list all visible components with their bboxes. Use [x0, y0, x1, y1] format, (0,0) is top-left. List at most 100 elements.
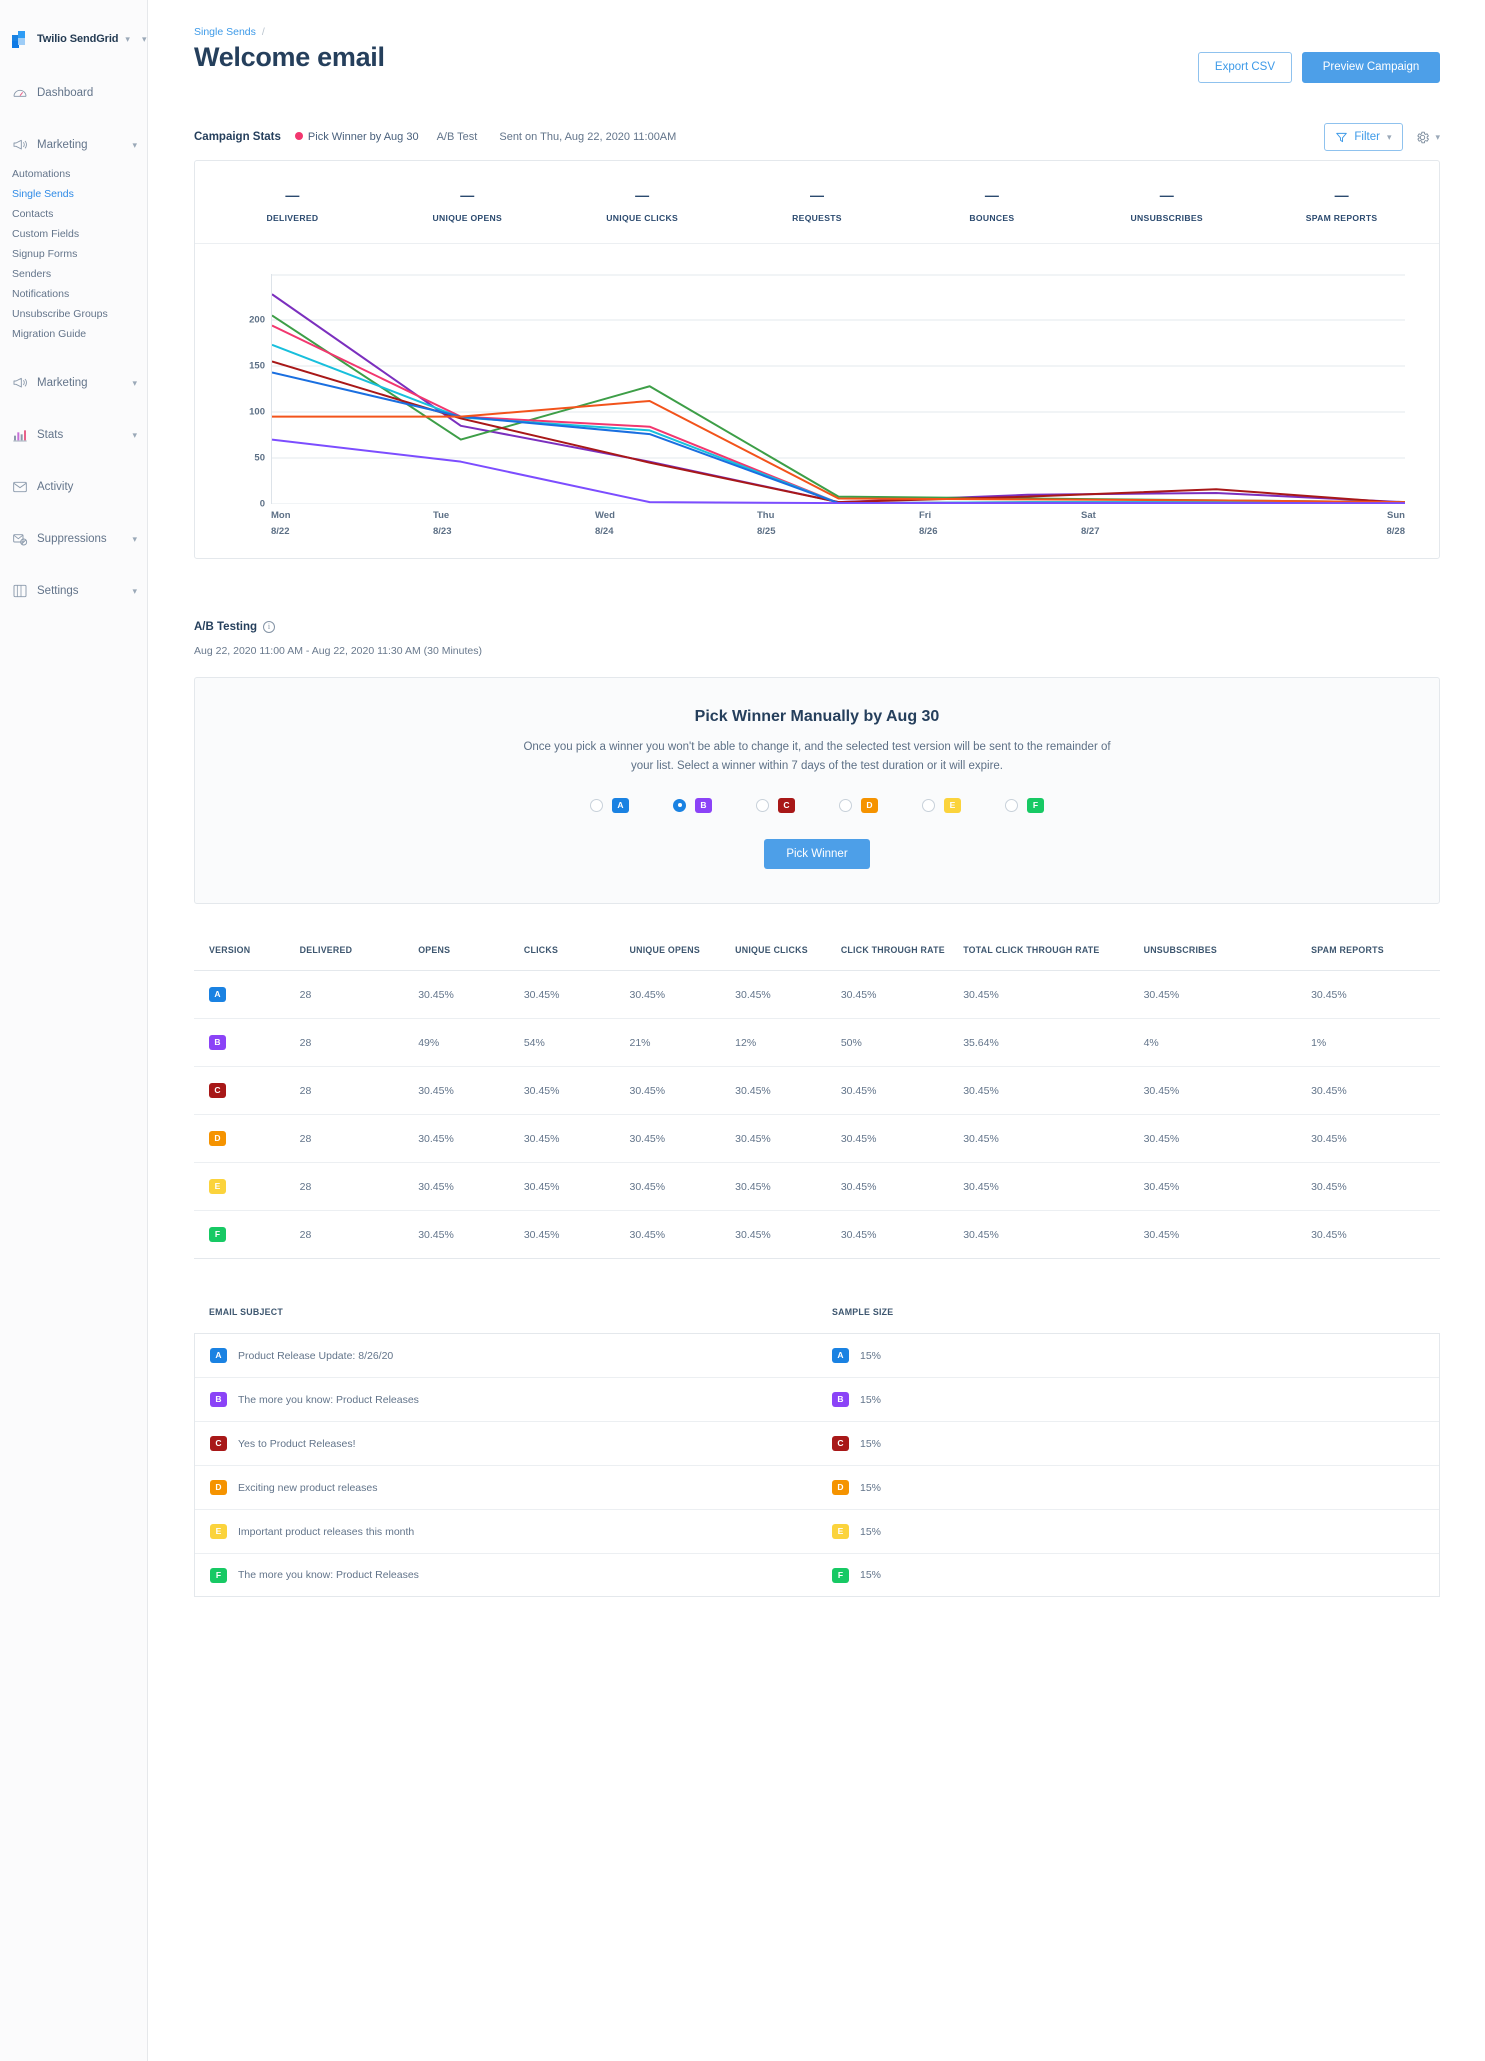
row-text: 15% — [860, 1569, 882, 1582]
metric-spam-reports: — SPAM REPORTS — [1254, 187, 1429, 223]
radio-button[interactable] — [590, 798, 603, 812]
metric-unsubscribes: — UNSUBSCRIBES — [1079, 187, 1254, 223]
sample-size-row[interactable]: C 15% — [817, 1421, 1439, 1465]
sample-size-row[interactable]: F 15% — [817, 1553, 1439, 1598]
chevron-down-icon[interactable]: ▾ — [132, 534, 137, 544]
sidebar-item-activity[interactable]: Activity — [0, 472, 147, 502]
table-row[interactable]: F 28 30.45% 30.45% 30.45% 30.45% 30.45% 30.45% 3… — [194, 1210, 1440, 1260]
table-row[interactable]: A 28 30.45% 30.45% 30.45% 30.45% 30.45% 30.45% 3… — [194, 970, 1440, 1019]
sidebar-item-single-sends[interactable]: Single Sends — [12, 184, 147, 204]
sample-size-row[interactable]: D 15% — [817, 1465, 1439, 1509]
version-option-e[interactable]: E — [922, 797, 961, 813]
radio-button[interactable] — [922, 798, 935, 812]
breadcrumb-link-single-sends[interactable]: Single Sends — [194, 26, 256, 38]
email-subject-row[interactable]: A Product Release Update: 8/26/20 — [195, 1333, 817, 1377]
sidebar-nav: Dashboard Marketing ▾ Automations Single Sen… — [0, 78, 147, 606]
bar-chart-icon — [12, 427, 28, 443]
brand-switcher[interactable]: Twilio SendGrid ▾ ▾ — [0, 22, 147, 56]
sidebar-item-notifications[interactable]: Notifications — [12, 284, 147, 304]
export-csv-button[interactable]: Export CSV — [1197, 52, 1292, 83]
table-cell: 30.45% — [840, 1066, 964, 1115]
table-row[interactable]: E 28 30.45% 30.45% 30.45% 30.45% 30.45% 30.45% 3… — [194, 1162, 1440, 1211]
version-badge: F — [209, 1227, 226, 1243]
row-text: 15% — [860, 1481, 882, 1494]
radio-button[interactable] — [756, 798, 769, 812]
sidebar-item-suppressions[interactable]: Suppressions ▾ — [0, 524, 147, 554]
version-badge: D — [861, 797, 878, 813]
version-option-c[interactable]: C — [756, 797, 795, 813]
chevron-down-icon[interactable]: ▾ — [125, 34, 130, 44]
info-icon[interactable]: i — [263, 621, 276, 633]
title-row: Welcome email Export CSV Preview Campaig… — [194, 42, 1440, 83]
table-cell: 30.45% — [840, 1210, 964, 1260]
chevron-down-icon[interactable]: ▾ — [132, 586, 137, 596]
sliders-icon — [12, 583, 28, 599]
chart-line-purple-dark — [272, 294, 1405, 502]
pick-winner-button[interactable]: Pick Winner — [764, 838, 870, 869]
radio-button[interactable] — [839, 798, 852, 812]
table-cell: 54% — [523, 1018, 630, 1067]
sidebar-item-stats[interactable]: Stats ▾ — [0, 420, 147, 450]
email-subject-row[interactable]: B The more you know: Product Releases — [195, 1377, 817, 1421]
sidebar-item-migration-guide[interactable]: Migration Guide — [12, 324, 147, 344]
chevron-down-icon[interactable]: ▾ — [132, 430, 137, 440]
sidebar-item-senders[interactable]: Senders — [12, 264, 147, 284]
sidebar-item-settings[interactable]: Settings ▾ — [0, 576, 147, 606]
version-option-a[interactable]: A — [590, 797, 629, 813]
version-badge: E — [944, 797, 961, 813]
sidebar: Twilio SendGrid ▾ ▾ Dashboard Marketing ▾ A… — [0, 0, 148, 2061]
metric-unique-clicks: — UNIQUE CLICKS — [555, 187, 730, 223]
sidebar-item-custom-fields[interactable]: Custom Fields — [12, 224, 147, 244]
version-option-b[interactable]: B — [673, 797, 712, 813]
sidebar-collapse-chevron-icon[interactable]: ▾ — [142, 34, 147, 44]
table-cell: 30.45% — [1143, 1066, 1312, 1115]
table-row[interactable]: C 28 30.45% 30.45% 30.45% 30.45% 30.45% 30.45% 3… — [194, 1066, 1440, 1115]
sidebar-item-unsubscribe-groups[interactable]: Unsubscribe Groups — [12, 304, 147, 324]
row-text: Product Release Update: 8/26/20 — [238, 1349, 394, 1362]
filter-button[interactable]: Filter ▾ — [1324, 123, 1404, 151]
radio-button[interactable] — [1005, 798, 1018, 812]
sample-size-row[interactable]: B 15% — [817, 1377, 1439, 1421]
table-row[interactable]: D 28 30.45% 30.45% 30.45% 30.45% 30.45% 30.45% 3… — [194, 1114, 1440, 1163]
megaphone-icon — [12, 375, 28, 391]
email-subject-row[interactable]: F The more you know: Product Releases — [195, 1553, 817, 1598]
version-badge: B — [210, 1392, 227, 1408]
table-cell: 30.45% — [523, 1066, 630, 1115]
version-option-f[interactable]: F — [1005, 797, 1044, 813]
pick-winner-description: Once you pick a winner you won't be able… — [523, 741, 1111, 772]
sidebar-item-marketing[interactable]: Marketing ▾ — [0, 368, 147, 398]
radio-button[interactable] — [673, 798, 686, 812]
sidebar-item-dashboard[interactable]: Dashboard — [0, 78, 147, 108]
chart-container: 0 50 100 150 200 Mon 8/22 Tue 8/23 Wed 8/24 Thu 8/2… — [195, 244, 1439, 558]
table-row[interactable]: B 28 49% 54% 21% 12% 50% 35.64% 4% 1% — [194, 1018, 1440, 1067]
gear-icon — [1417, 131, 1430, 143]
sample-size-row[interactable]: E 15% — [817, 1509, 1439, 1553]
table-cell: 30.45% — [963, 1210, 1144, 1260]
campaign-stats-meta: Campaign Stats Pick Winner by Aug 30 A/B… — [194, 131, 676, 143]
x-tick-day: Mon — [271, 510, 291, 521]
sidebar-item-marketing[interactable]: Marketing ▾ — [0, 130, 147, 160]
campaign-stats-controls: Filter ▾ ▾ — [1324, 123, 1440, 151]
breadcrumb: Single Sends / — [194, 26, 1440, 38]
email-subject-row[interactable]: D Exciting new product releases — [195, 1465, 817, 1509]
email-subject-row[interactable]: E Important product releases this month — [195, 1509, 817, 1553]
sidebar-group-dashboard-0: Dashboard — [0, 78, 147, 108]
version-option-d[interactable]: D — [839, 797, 878, 813]
sidebar-item-automations[interactable]: Automations — [12, 164, 147, 184]
sample-size-row[interactable]: A 15% — [817, 1333, 1439, 1377]
chevron-down-icon[interactable]: ▾ — [132, 378, 137, 388]
chevron-down-icon[interactable]: ▾ — [132, 140, 137, 150]
table-cell: 30.45% — [629, 1114, 736, 1163]
settings-menu[interactable]: ▾ — [1415, 130, 1440, 145]
row-text: 15% — [860, 1349, 882, 1362]
brand-name: Twilio SendGrid — [37, 33, 119, 45]
table-cell: 30.45% — [735, 1210, 841, 1260]
sidebar-item-label: Suppressions — [37, 533, 107, 545]
table-cell: 28 — [299, 1114, 419, 1163]
column-header-unsubscribes: UNSUBSCRIBES — [1143, 944, 1217, 955]
sidebar-item-signup-forms[interactable]: Signup Forms — [12, 244, 147, 264]
preview-campaign-button[interactable]: Preview Campaign — [1302, 52, 1440, 83]
email-subject-row[interactable]: C Yes to Product Releases! — [195, 1421, 817, 1465]
sidebar-item-contacts[interactable]: Contacts — [12, 204, 147, 224]
table-cell: 30.45% — [840, 1114, 964, 1163]
